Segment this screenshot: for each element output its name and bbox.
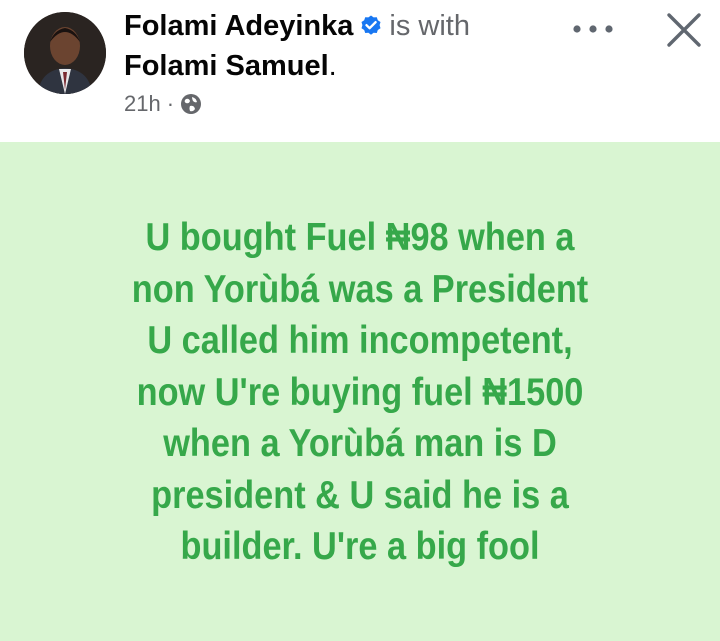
post-text-line: president & U said he is a [151, 473, 569, 517]
meta-separator: · [166, 91, 175, 116]
tagged-person[interactable]: Folami Samuel [124, 50, 329, 82]
avatar[interactable] [24, 12, 106, 94]
verified-badge-icon [361, 15, 381, 35]
post-timestamp[interactable]: 21h [124, 91, 161, 117]
tagged-suffix: . [328, 50, 337, 82]
close-icon[interactable] [664, 10, 704, 50]
post-author-block: Folami Adeyinka is with Folami Samuel. [124, 6, 544, 86]
is-with-label: is with [389, 10, 470, 42]
post-text-line: builder. U're a big fool [180, 525, 540, 568]
post-meta: 21h · [124, 90, 202, 118]
post-text-line: U called him incompetent, [147, 319, 573, 362]
post-header: Folami Adeyinka is with Folami Samuel. 2… [0, 0, 720, 142]
post-text-line: non Yorùbá was a President [131, 267, 589, 311]
post-text: U bought Fuel ₦98 when a non Yorùbá was … [43, 212, 677, 573]
globe-icon[interactable] [180, 93, 202, 115]
post-text-line: when a Yorùbá man is D [163, 422, 557, 465]
author-name[interactable]: Folami Adeyinka [124, 6, 353, 46]
post-text-line: U bought Fuel ₦98 when a [145, 216, 575, 259]
post-text-line: now U're buying fuel ₦1500 [136, 370, 584, 414]
more-options-icon[interactable] [568, 14, 618, 44]
